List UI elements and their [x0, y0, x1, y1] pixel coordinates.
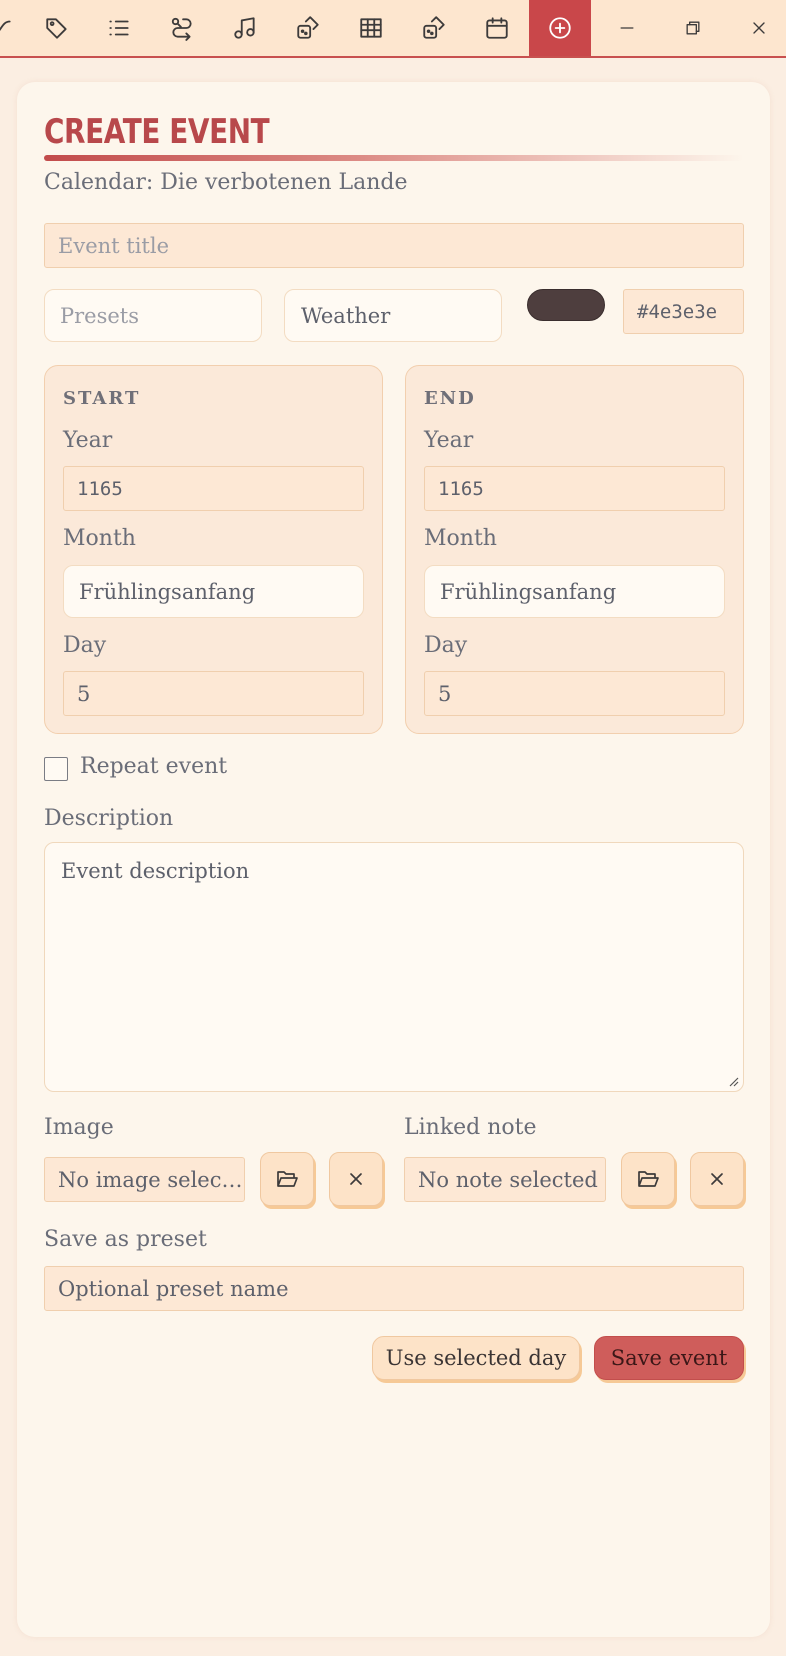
category-select[interactable]: Weather [284, 289, 502, 342]
linked-note-label: Linked note [404, 1115, 537, 1140]
minimize-icon[interactable] [596, 0, 658, 56]
event-title-input[interactable]: Event title [44, 223, 744, 268]
end-month-select[interactable]: Frühlingsanfang [424, 565, 725, 618]
calendar-icon[interactable] [466, 0, 528, 56]
plus-circle-icon[interactable] [529, 0, 591, 56]
title-underline [44, 155, 744, 161]
route-icon[interactable] [151, 0, 213, 56]
calendar-label: Calendar: Die verbotenen Lande [44, 170, 408, 195]
end-day-label: Day [424, 633, 468, 658]
save-event-button[interactable]: Save event [594, 1336, 744, 1380]
description-label: Description [44, 806, 174, 831]
start-year-input[interactable]: 1165 [63, 466, 364, 511]
presets-select[interactable]: Presets [44, 289, 262, 342]
end-month-label: Month [424, 526, 497, 551]
color-swatch[interactable] [527, 289, 605, 321]
use-selected-day-button[interactable]: Use selected day [372, 1336, 580, 1380]
browse-note-button[interactable] [621, 1152, 675, 1206]
end-heading: END [424, 388, 476, 409]
resize-handle-icon[interactable] [727, 1075, 739, 1087]
start-month-select[interactable]: Frühlingsanfang [63, 565, 364, 618]
restore-icon[interactable] [662, 0, 724, 56]
close-icon [711, 1173, 723, 1185]
description-placeholder: Event description [61, 859, 250, 883]
folder-open-icon [638, 1171, 659, 1187]
image-value: No image selec… [44, 1157, 245, 1202]
start-month-label: Month [63, 526, 136, 551]
start-day-input[interactable]: 5 [63, 671, 364, 716]
start-heading: START [63, 388, 141, 409]
list-icon[interactable] [88, 0, 150, 56]
save-preset-label: Save as preset [44, 1227, 207, 1252]
music-icon[interactable] [214, 0, 276, 56]
end-day-input[interactable]: 5 [424, 671, 725, 716]
page-title: CREATE EVENT [44, 112, 270, 152]
start-day-label: Day [63, 633, 107, 658]
clear-note-button[interactable] [690, 1152, 744, 1206]
start-year-label: Year [63, 428, 113, 453]
preset-name-input[interactable]: Optional preset name [44, 1266, 744, 1311]
dice-icon[interactable] [277, 0, 339, 56]
table-icon[interactable] [340, 0, 402, 56]
description-textarea[interactable]: Event description [44, 842, 744, 1092]
close-icon [350, 1173, 362, 1185]
close-icon[interactable] [728, 0, 786, 56]
image-label: Image [44, 1115, 114, 1140]
folder-open-icon [277, 1171, 298, 1187]
linked-note-value: No note selected [404, 1157, 606, 1202]
toolbar [0, 0, 786, 58]
repeat-checkbox[interactable] [44, 757, 68, 781]
repeat-label[interactable]: Repeat event [80, 754, 227, 779]
end-year-input[interactable]: 1165 [424, 466, 725, 511]
tag-icon[interactable] [26, 0, 88, 56]
end-year-label: Year [424, 428, 474, 453]
dice-icon[interactable] [403, 0, 465, 56]
color-hex-input[interactable]: #4e3e3e [623, 289, 744, 334]
clear-image-button[interactable] [329, 1152, 383, 1206]
browse-image-button[interactable] [260, 1152, 314, 1206]
